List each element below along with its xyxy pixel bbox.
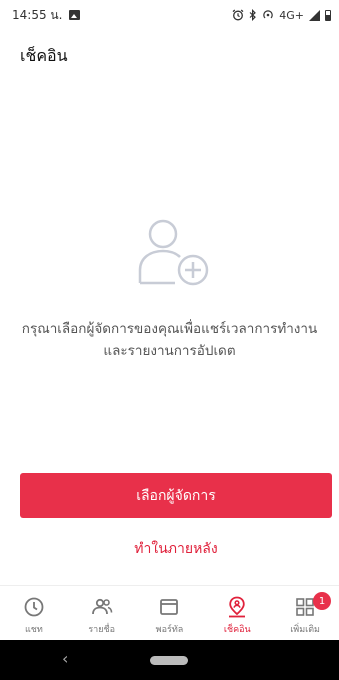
nav-item-chat[interactable]: แชท [0,586,68,640]
system-nav-bar: ‹ [0,640,339,680]
status-bar: 14:55 น. 4G+ [0,0,339,30]
status-right: 4G+ [232,9,331,22]
nav-label-chat: แชท [24,625,43,635]
alarm-icon [232,9,244,21]
empty-state-message: กรุณาเลือกผู้จัดการของคุณเพื่อแชร์เวลากา… [21,321,318,359]
clock-icon [23,596,45,618]
home-pill[interactable] [150,656,188,665]
status-time: 14:55 น. [12,7,63,22]
portal-icon [158,596,180,618]
hotspot-icon [263,10,274,19]
nav-label-portal: พอร์ทัล [155,625,184,635]
signal-icon [309,9,320,21]
bluetooth-icon [249,9,257,21]
bottom-nav: แชท รายชื่อ พอร์ทัล เช็คอิน 1 เพิ่มเติม [0,585,339,640]
nav-label-more: เพิ่มเติม [290,625,320,635]
page-title: เช็คอิน [20,46,68,65]
nav-label-contacts: รายชื่อ [88,625,116,635]
nav-item-portal[interactable]: พอร์ทัล [136,586,204,640]
nav-item-more[interactable]: 1 เพิ่มเติม [271,586,339,640]
location-person-icon [226,596,248,618]
choose-manager-button[interactable]: เลือกผู้จัดการ [20,473,332,518]
nav-label-checkin: เช็คอิน [223,625,251,635]
do-later-link[interactable]: ทำในภายหลัง [20,538,332,560]
contacts-icon [91,596,113,618]
network-type: 4G+ [279,8,304,22]
nav-item-contacts[interactable]: รายชื่อ [68,586,136,640]
nav-item-checkin[interactable]: เช็คอิน [203,586,271,640]
back-icon[interactable]: ‹ [62,649,68,668]
add-person-icon [138,219,209,286]
gallery-notification-icon [69,10,81,20]
battery-icon [325,9,331,21]
notification-badge: 1 [313,592,332,610]
status-left: 14:55 น. [12,6,81,25]
